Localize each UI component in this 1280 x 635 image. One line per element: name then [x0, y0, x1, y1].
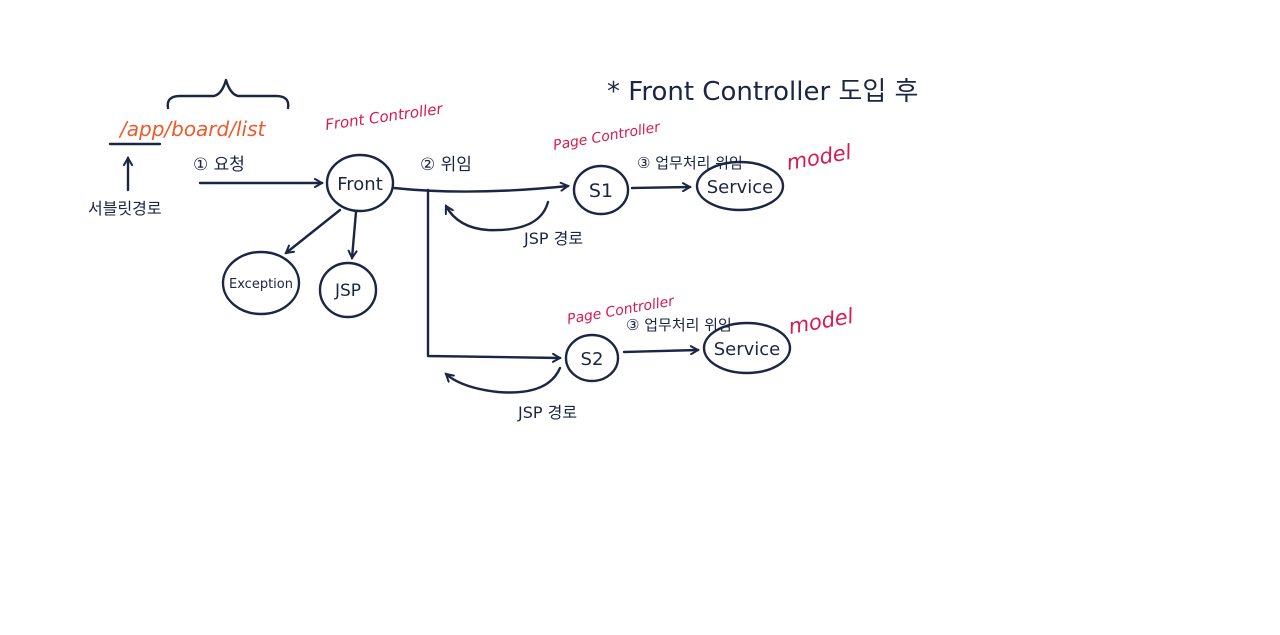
jsp-arrow — [352, 210, 356, 258]
delegate-arrow-s1 — [392, 186, 568, 193]
front-controller-label: Front Controller — [324, 100, 444, 134]
exception-node-label: Exception — [229, 277, 293, 292]
model-1-label: model — [785, 140, 854, 175]
jsp-return-arrow-1 — [444, 200, 550, 232]
front-node-label: Front — [337, 174, 383, 195]
url-path-label: /app/board/list — [118, 117, 267, 141]
jsp-return-arrow-2 — [446, 366, 562, 394]
exception-arrow — [286, 208, 342, 253]
step-request-label: ① 요청 — [193, 155, 245, 175]
service-2-node-label: Service — [714, 339, 781, 360]
step-delegate-label: ② 위임 — [420, 155, 472, 175]
service-arrow-2 — [622, 350, 698, 352]
service-arrow-1 — [630, 187, 690, 188]
diagram-title: * Front Controller 도입 후 — [607, 77, 918, 107]
s1-node-label: S1 — [589, 180, 613, 202]
service-1-node-label: Service — [707, 177, 774, 198]
jsp-path-2-label: JSP 경로 — [517, 403, 577, 422]
s2-node-label: S2 — [581, 349, 604, 370]
model-2-label: model — [787, 304, 856, 339]
jsp-node-label: JSP — [334, 281, 361, 301]
page-controller-1-label: Page Controller — [552, 119, 663, 154]
servlet-path-label: 서블릿경로 — [88, 199, 162, 218]
url-brace — [166, 78, 290, 110]
jsp-path-1-label: JSP 경로 — [523, 229, 583, 248]
diagram-canvas: * Front Controller 도입 후 /app/board/list … — [88, 77, 918, 422]
